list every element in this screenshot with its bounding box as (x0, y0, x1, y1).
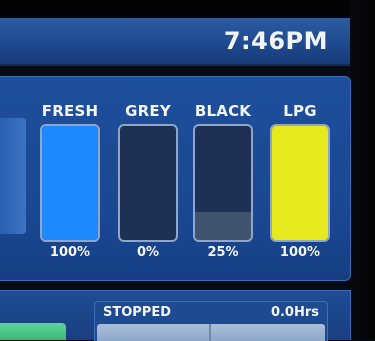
tank-percent: 100% (49, 245, 91, 260)
clock-time: 7:46PM (223, 27, 328, 55)
generator-control-bar[interactable] (97, 324, 325, 341)
tank-gauge (193, 124, 253, 242)
control-bar-divider (209, 324, 211, 341)
tank-percent: 100% (279, 245, 321, 260)
tank-gauge (270, 124, 330, 242)
tank-percent: 25% (207, 245, 239, 260)
tank-label: LPG (283, 102, 317, 120)
lpg-tank-fill (272, 126, 328, 240)
generator-state: STOPPED (103, 305, 172, 320)
start-button[interactable] (0, 323, 66, 340)
generator-status-box: STOPPED 0.0Hrs (94, 301, 328, 341)
fresh-tank-fill (42, 126, 98, 240)
header-bar: 7:46PM (0, 18, 350, 66)
tank-label: BLACK (194, 102, 252, 120)
tank-gauge (40, 124, 100, 242)
tank-percent: 0% (136, 245, 160, 260)
tank-label: GREY (125, 102, 171, 120)
generator-hours: 0.0Hrs (270, 305, 319, 320)
screen-bezel-right (351, 0, 375, 339)
tank-gauge (118, 124, 178, 242)
screen-bezel-top (0, 0, 375, 18)
tank-label: FRESH (41, 102, 99, 120)
generator-status-panel: STOPPED 0.0Hrs (0, 290, 351, 341)
black-tank-fill (195, 211, 251, 240)
tank-levels-panel: FRESH 100% GREY 0% BLACK 25% LPG 100% (0, 76, 351, 281)
previous-panel-tab[interactable] (0, 118, 26, 234)
